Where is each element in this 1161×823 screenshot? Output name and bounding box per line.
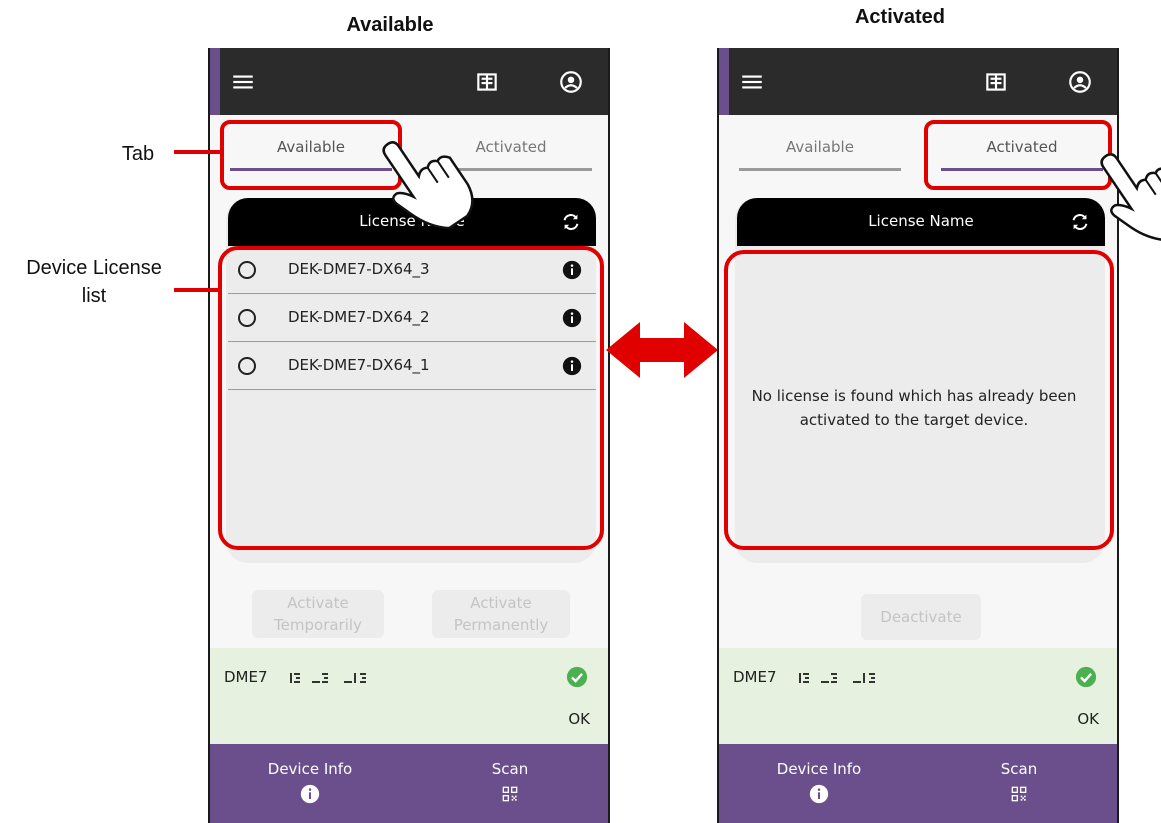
license-row[interactable]: DEK-DME7-DX64_2 <box>228 294 596 342</box>
nav-device-info[interactable]: Device Info <box>749 760 889 804</box>
check-circle-icon <box>566 666 588 688</box>
nav-device-info-label: Device Info <box>776 760 862 778</box>
account-circle-icon[interactable] <box>558 69 584 95</box>
license-list-callout-line1: Device License <box>26 257 162 279</box>
empty-message-line2: activated to the target device. <box>799 411 1029 429</box>
tab-activated[interactable]: Activated <box>941 138 1103 156</box>
license-row[interactable]: DEK-DME7-DX64_1 <box>228 342 596 390</box>
tab-activated-underline <box>941 168 1103 171</box>
license-name: DEK-DME7-DX64_1 <box>288 356 430 374</box>
qr-code-icon <box>1011 786 1027 802</box>
refresh-icon[interactable] <box>560 211 582 233</box>
app-bar <box>210 48 608 115</box>
license-list-callout-label: Device License list <box>4 254 184 310</box>
license-name-column-header: License Name <box>359 212 465 230</box>
activate-temporarily-line1: Activate <box>287 594 349 612</box>
tab-available[interactable]: Available <box>230 138 392 156</box>
activate-temporarily-button[interactable]: Activate Temporarily <box>252 590 384 638</box>
refresh-icon[interactable] <box>1069 211 1091 233</box>
license-list-header: License Name <box>228 198 596 246</box>
app-bar-accent <box>210 48 220 115</box>
tab-callout-label: Tab <box>121 143 155 165</box>
device-model: DME7 <box>733 668 777 686</box>
status-ok-label: OK <box>568 710 590 728</box>
app-bar-accent <box>719 48 729 115</box>
tablet-icon[interactable] <box>983 69 1009 95</box>
phone-screen-activated: Available Activated License Name No lice… <box>717 48 1119 823</box>
info-icon[interactable] <box>562 308 582 328</box>
activate-permanently-button[interactable]: Activate Permanently <box>432 590 570 638</box>
license-list-card <box>735 198 1105 563</box>
tab-available-underline <box>230 168 392 171</box>
empty-message-line1: No license is found which has already be… <box>751 387 1077 405</box>
device-serial-blurred <box>799 673 875 683</box>
status-ok-label: OK <box>1077 710 1099 728</box>
tab-activated-underline <box>430 168 592 171</box>
bottom-navigation: Device Info Scan <box>719 744 1117 823</box>
license-name-column-header: License Name <box>868 212 974 230</box>
tablet-icon[interactable] <box>474 69 500 95</box>
available-heading: Available <box>346 14 434 36</box>
menu-icon[interactable] <box>230 69 256 95</box>
license-name: DEK-DME7-DX64_3 <box>288 260 430 278</box>
license-name: DEK-DME7-DX64_2 <box>288 308 430 326</box>
nav-scan-label: Scan <box>491 760 529 778</box>
deactivate-button[interactable]: Deactivate <box>861 594 981 640</box>
device-status-panel: DME7 OK <box>719 648 1117 744</box>
menu-icon[interactable] <box>739 69 765 95</box>
nav-device-info[interactable]: Device Info <box>240 760 380 804</box>
nav-scan[interactable]: Scan <box>440 760 580 804</box>
bottom-navigation: Device Info Scan <box>210 744 608 823</box>
nav-device-info-label: Device Info <box>267 760 353 778</box>
license-list-callout-line2: list <box>81 285 107 307</box>
radio-button[interactable] <box>238 261 256 279</box>
device-model: DME7 <box>224 668 268 686</box>
double-arrow-icon <box>606 322 718 378</box>
empty-license-message: No license is found which has already be… <box>729 384 1099 432</box>
phone-screen-available: Available Activated License Name DEK-DME… <box>208 48 610 823</box>
check-circle-icon <box>1075 666 1097 688</box>
activated-heading: Activated <box>854 6 946 28</box>
device-status-panel: DME7 OK <box>210 648 608 744</box>
tab-available[interactable]: Available <box>739 138 901 156</box>
radio-button[interactable] <box>238 309 256 327</box>
qr-code-icon <box>502 786 518 802</box>
info-icon[interactable] <box>562 356 582 376</box>
device-serial-blurred <box>290 673 366 683</box>
radio-button[interactable] <box>238 357 256 375</box>
app-bar <box>719 48 1117 115</box>
info-icon <box>809 784 829 804</box>
tab-available-underline <box>739 168 901 171</box>
activate-permanently-line1: Activate <box>470 594 532 612</box>
activate-temporarily-line2: Temporarily <box>274 616 362 634</box>
license-list-header: License Name <box>737 198 1105 246</box>
info-icon[interactable] <box>562 260 582 280</box>
tab-activated[interactable]: Activated <box>430 138 592 156</box>
account-circle-icon[interactable] <box>1067 69 1093 95</box>
nav-scan[interactable]: Scan <box>949 760 1089 804</box>
license-row[interactable]: DEK-DME7-DX64_3 <box>228 246 596 294</box>
activate-permanently-line2: Permanently <box>453 616 549 634</box>
nav-scan-label: Scan <box>1000 760 1038 778</box>
info-icon <box>300 784 320 804</box>
